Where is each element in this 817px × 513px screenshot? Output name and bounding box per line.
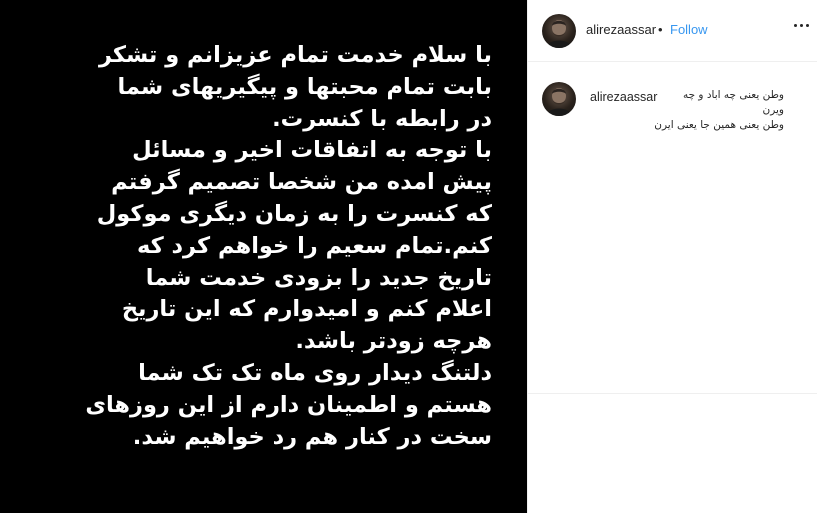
caption-line: ویرن <box>762 104 785 116</box>
post-image-text-line: تاریخ جدید را بزودی خدمت شما <box>145 264 492 291</box>
dot-icon <box>800 24 803 27</box>
caption-line: وطن یعنی چه اباد و چه <box>682 89 784 101</box>
follow-button[interactable]: Follow <box>670 22 708 37</box>
separator-dot: • <box>658 22 663 37</box>
username-link[interactable]: alirezaassar <box>586 22 656 37</box>
post-image-text-line: سخت در کنار هم رد خواهیم شد. <box>132 423 492 450</box>
caption-line: وطن یعنی همین جا یعنی ایرن <box>654 119 784 131</box>
post-image-text-line: دلتنگ دیدار روی ماه تک تک شما <box>138 359 492 386</box>
post-image-text-line: هستم و اطمینان دارم از این روزهای <box>85 391 492 418</box>
post-image-text-line: اعلام کنم و امیدوارم که این تاریخ <box>121 296 492 323</box>
post-image-text-line: کنم.تمام سعیم را خواهم کرد که <box>136 232 492 259</box>
post-image-text-line: که کنسرت را به زمان دیگری موکول <box>96 200 492 227</box>
instagram-post-view: با سلام خدمت تمام عزیزانم و تشکر بابت تم… <box>0 0 817 513</box>
divider <box>528 393 817 394</box>
post-image-text-line: پیش امده من شخصا تصمیم گرفتم <box>111 169 492 196</box>
dot-icon <box>794 24 797 27</box>
more-options-icon[interactable] <box>794 24 810 28</box>
post-image-text-line: در رابطه با کنسرت. <box>272 105 492 132</box>
post-image-text-line: با توجه به اتفاقات اخیر و مسائل <box>132 137 492 164</box>
caption-text: وطن یعنی چه اباد و چه ویرن وطن یعنی همین… <box>528 88 784 133</box>
post-image-text-line: بابت تمام محبتها و پیگیریهای شما <box>117 73 492 100</box>
avatar[interactable] <box>542 14 576 48</box>
profile-photo-icon <box>546 20 572 48</box>
post-header: alirezaassar • Follow <box>528 0 817 62</box>
dot-icon <box>806 24 809 27</box>
post-sidebar: alirezaassar • Follow alirezaassar وطن ی… <box>527 0 817 513</box>
post-image-text: با سلام خدمت تمام عزیزانم و تشکر بابت تم… <box>85 40 492 453</box>
post-image-text-line: هرچه زودتر باشد. <box>295 328 492 355</box>
post-image-text-line: با سلام خدمت تمام عزیزانم و تشکر <box>98 42 492 68</box>
post-image[interactable]: با سلام خدمت تمام عزیزانم و تشکر بابت تم… <box>0 0 527 513</box>
